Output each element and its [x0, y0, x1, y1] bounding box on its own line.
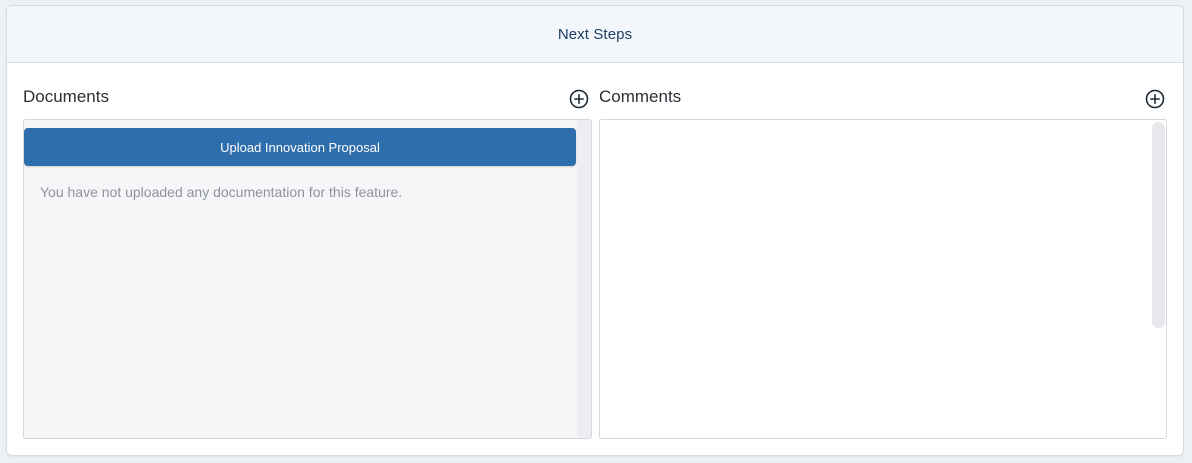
comments-title: Comments	[599, 87, 682, 106]
add-comment-button[interactable]	[1145, 89, 1165, 109]
add-document-button[interactable]	[569, 89, 589, 109]
card-title: Next Steps	[557, 25, 633, 43]
documents-empty-message: You have not uploaded any documentation …	[40, 184, 403, 200]
comments-scrollbar[interactable]	[1152, 122, 1165, 328]
documents-title: Documents	[23, 87, 109, 106]
documents-scrollbar[interactable]	[577, 120, 591, 438]
plus-circle-icon	[569, 89, 589, 109]
upload-innovation-proposal-button[interactable]: Upload Innovation Proposal	[24, 128, 576, 166]
comments-panel	[599, 119, 1167, 439]
documents-panel: Upload Innovation Proposal You have not …	[23, 119, 592, 439]
next-steps-card: Next Steps Documents Upload Innovation P…	[6, 5, 1184, 456]
card-header: Next Steps	[7, 6, 1183, 63]
plus-circle-icon	[1145, 89, 1165, 109]
